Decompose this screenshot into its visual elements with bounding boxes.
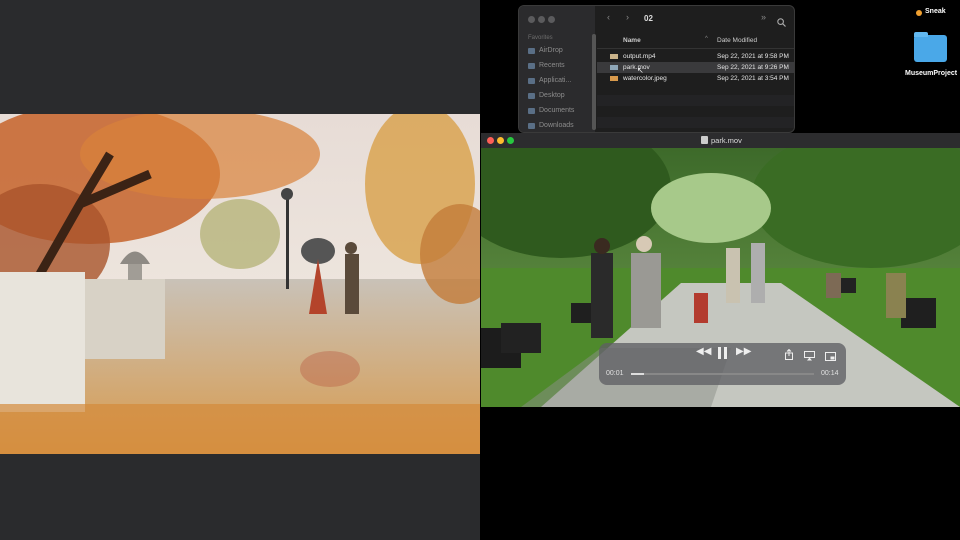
back-icon[interactable]: ‹ [607, 12, 610, 22]
desktop-folder-label[interactable]: MuseumProject [905, 70, 957, 77]
more-icon[interactable]: » [761, 12, 766, 22]
file-date: Sep 22, 2021 at 3:54 PM [717, 75, 789, 82]
file-date: Sep 22, 2021 at 9:58 PM [717, 53, 789, 60]
file-row-park[interactable]: park.mov Sep 22, 2021 at 9:26 PM ↖ [597, 62, 794, 75]
video-player-window: park.mov ◀◀ ▶▶ 00:01 00:14 [481, 133, 960, 407]
share-icon[interactable] [785, 347, 793, 365]
file-row-watercolor[interactable]: watercolor.jpeg Sep 22, 2021 at 3:54 PM [597, 73, 794, 84]
close-icon[interactable] [528, 16, 535, 23]
sidebar-item-recents[interactable]: Recents [528, 62, 565, 69]
watercolor-painting [0, 114, 480, 454]
video-file-icon [610, 65, 618, 70]
file-name: output.mp4 [623, 53, 656, 60]
sidebar-heading: Favorites [528, 35, 553, 41]
scrubber-fill [631, 373, 644, 375]
name-column-header[interactable]: Name [623, 37, 641, 44]
player-title-bar: park.mov [481, 133, 960, 148]
search-icon[interactable] [777, 14, 786, 32]
date-column-header[interactable]: Date Modified [717, 37, 757, 44]
close-icon[interactable] [487, 137, 494, 144]
sort-chevron-icon[interactable]: ^ [705, 36, 708, 42]
sidebar-item-downloads[interactable]: Downloads [528, 122, 574, 129]
image-file-icon [610, 76, 618, 81]
zoom-icon[interactable] [507, 137, 514, 144]
folder-icon[interactable] [914, 32, 947, 62]
playback-controls: ◀◀ ▶▶ 00:01 00:14 [599, 343, 846, 385]
minimize-icon[interactable] [497, 137, 504, 144]
rewind-icon[interactable]: ◀◀ [696, 346, 711, 357]
airplay-icon[interactable] [804, 348, 815, 366]
column-header: Name ^ Date Modified [597, 34, 794, 49]
desktop-item-label[interactable]: Sneak [925, 8, 946, 15]
sidebar-item-documents[interactable]: Documents [528, 107, 574, 114]
scrubber-track[interactable] [631, 373, 814, 375]
minimize-icon[interactable] [538, 16, 545, 23]
remaining-time: 00:14 [821, 370, 839, 377]
empty-row [597, 117, 794, 128]
sidebar-item-desktop[interactable]: Desktop [528, 92, 565, 99]
pause-icon[interactable] [718, 347, 721, 359]
file-row-output[interactable]: output.mp4 Sep 22, 2021 at 9:58 PM [597, 51, 794, 62]
zoom-icon[interactable] [548, 16, 555, 23]
video-file-icon [610, 54, 618, 59]
fast-forward-icon[interactable]: ▶▶ [736, 346, 751, 357]
forward-icon[interactable]: › [626, 12, 629, 22]
pip-icon[interactable] [825, 348, 836, 366]
elapsed-time: 00:01 [606, 370, 624, 377]
sidebar-scrollbar[interactable] [592, 34, 596, 130]
finder-window: ‹ › 02 » Favorites AirDrop Recents Appli… [518, 5, 795, 133]
player-title: park.mov [711, 136, 742, 145]
file-date: Sep 22, 2021 at 9:26 PM [717, 64, 789, 71]
status-dot-icon [916, 10, 922, 16]
sidebar-item-airdrop[interactable]: AirDrop [528, 47, 563, 54]
file-name: watercolor.jpeg [623, 75, 667, 82]
sidebar-item-applications[interactable]: Applicati... [528, 77, 571, 84]
document-icon [701, 136, 708, 144]
empty-row [597, 95, 794, 106]
folder-title: 02 [644, 14, 653, 23]
video-frame[interactable]: ◀◀ ▶▶ 00:01 00:14 [481, 148, 960, 407]
